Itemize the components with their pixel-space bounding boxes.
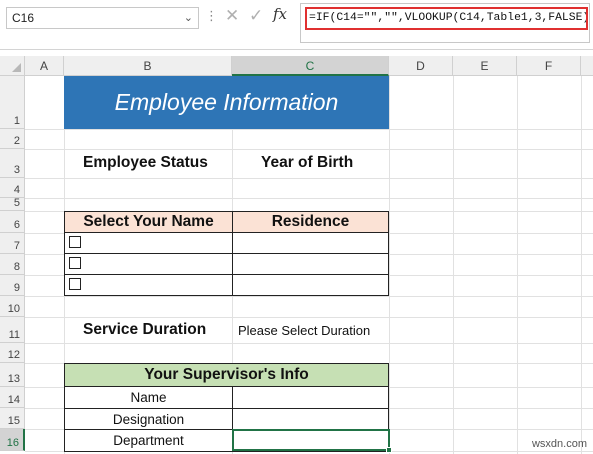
residence-cell[interactable] [232, 274, 389, 296]
row-header-15[interactable]: 15 [0, 408, 25, 429]
chevron-down-icon[interactable]: ⌄ [184, 8, 193, 28]
column-header-a[interactable]: A [25, 56, 64, 76]
row-header-11[interactable]: 11 [0, 317, 25, 343]
column-header-e[interactable]: E [453, 56, 517, 76]
row-header-7[interactable]: 7 [0, 233, 25, 254]
column-header-d[interactable]: D [389, 56, 453, 76]
row-header-8[interactable]: 8 [0, 254, 25, 275]
row-header-9[interactable]: 9 [0, 275, 25, 296]
select-all-button[interactable] [0, 56, 25, 76]
name-select-cell[interactable] [64, 232, 233, 254]
supervisor-name-value[interactable] [232, 386, 389, 409]
gridline [25, 129, 593, 130]
row-header-6[interactable]: 6 [0, 211, 25, 233]
watermark: wsxdn.com [531, 438, 587, 450]
name-checkbox[interactable] [69, 278, 81, 290]
name-checkbox[interactable] [69, 236, 81, 248]
name-box[interactable]: C16 ⌄ [6, 7, 199, 29]
row-header-4[interactable]: 4 [0, 178, 25, 198]
formula-text[interactable]: =IF(C14="","",VLOOKUP(C14,Table1,3,FALSE… [305, 7, 588, 30]
row-header-13[interactable]: 13 [0, 363, 25, 387]
service-duration-value[interactable]: Please Select Duration [238, 323, 370, 338]
gridline [25, 296, 593, 297]
active-cell-c16[interactable] [232, 429, 390, 451]
row-header-10[interactable]: 10 [0, 296, 25, 317]
row-header-16[interactable]: 16 [0, 429, 25, 451]
residence-header[interactable]: Residence [232, 211, 389, 233]
supervisor-info-header[interactable]: Your Supervisor's Info [64, 363, 389, 387]
row-header-5[interactable]: 5 [0, 197, 25, 211]
employee-status-label[interactable]: Employee Status [83, 154, 208, 172]
gridline [517, 76, 518, 454]
gridline [25, 178, 593, 179]
enter-icon[interactable]: ✓ [249, 6, 263, 26]
name-checkbox[interactable] [69, 257, 81, 269]
supervisor-name-label[interactable]: Name [64, 386, 233, 409]
row-header-2[interactable]: 2 [0, 129, 25, 149]
column-header-c[interactable]: C [232, 56, 389, 76]
residence-cell[interactable] [232, 253, 389, 275]
cancel-icon[interactable]: ✕ [225, 6, 239, 26]
gridline [25, 198, 593, 199]
name-box-value: C16 [12, 11, 35, 25]
insert-function-icon[interactable]: fx [273, 5, 287, 23]
row-header-3[interactable]: 3 [0, 149, 25, 178]
row-header-14[interactable]: 14 [0, 387, 25, 408]
supervisor-designation-label[interactable]: Designation [64, 408, 233, 430]
row-header-12[interactable]: 12 [0, 343, 25, 363]
gridline [25, 149, 593, 150]
gridline [453, 76, 454, 454]
gridline [25, 317, 593, 318]
column-header-f[interactable]: F [517, 56, 581, 76]
gridline [389, 76, 390, 454]
row-header-1[interactable]: 1 [0, 76, 25, 129]
title-banner[interactable]: Employee Information [64, 76, 389, 129]
service-duration-label[interactable]: Service Duration [83, 321, 206, 339]
year-of-birth-label[interactable]: Year of Birth [261, 154, 353, 172]
gridline [581, 76, 582, 454]
name-select-cell[interactable] [64, 274, 233, 296]
more-options-icon[interactable]: ⋮ [205, 8, 218, 24]
name-select-cell[interactable] [64, 253, 233, 275]
select-name-header[interactable]: Select Your Name [64, 211, 233, 233]
supervisor-department-label[interactable]: Department [64, 429, 233, 452]
supervisor-designation-value[interactable] [232, 408, 389, 430]
fill-handle[interactable] [386, 447, 392, 453]
column-header-b[interactable]: B [64, 56, 232, 76]
residence-cell[interactable] [232, 232, 389, 254]
gridline [25, 343, 593, 344]
